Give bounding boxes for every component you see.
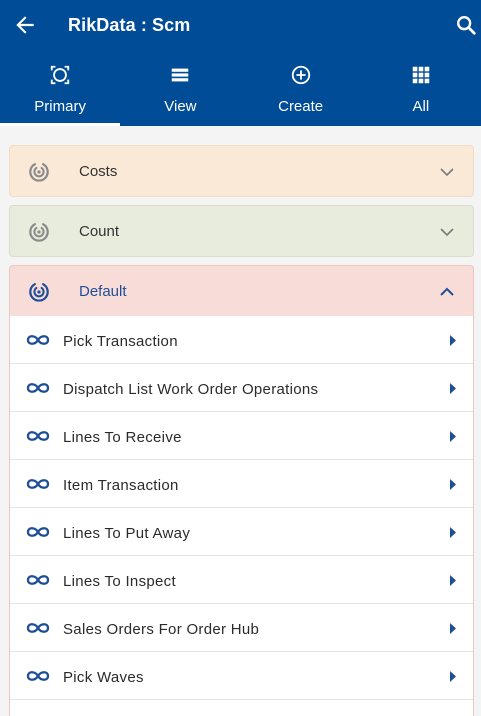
top-bar: RikData : Scm xyxy=(0,0,481,52)
list-item[interactable]: Sales Orders For Order Hub xyxy=(10,604,473,652)
target-icon xyxy=(29,283,49,302)
chevron-down-icon xyxy=(440,228,454,237)
tab-label: Create xyxy=(278,98,324,115)
tab-all[interactable]: All xyxy=(361,52,481,126)
list-item[interactable]: Pick Transaction xyxy=(10,316,473,364)
caret-right-icon xyxy=(450,527,456,538)
link-icon xyxy=(26,671,50,681)
item-label: Item Transaction xyxy=(63,477,179,494)
tab-primary[interactable]: Primary xyxy=(0,52,121,126)
item-label: Lines To Put Away xyxy=(63,525,191,542)
caret-right-icon xyxy=(450,671,456,682)
link-icon xyxy=(26,479,50,489)
item-label: Lines To Inspect xyxy=(63,573,176,590)
link-icon xyxy=(26,623,50,633)
caret-right-icon xyxy=(450,575,456,586)
search-icon[interactable] xyxy=(455,14,477,36)
tab-label: View xyxy=(164,98,197,115)
list-item[interactable]: Lines To Receive xyxy=(10,412,473,460)
list-item[interactable]: Item Transaction xyxy=(10,460,473,508)
section-label: Costs xyxy=(79,163,118,180)
caret-right-icon xyxy=(450,623,456,634)
tab-view[interactable]: View xyxy=(120,52,240,126)
item-label: Sales Orders For Order Hub xyxy=(63,621,260,638)
tab-label: Primary xyxy=(34,98,86,115)
link-icon xyxy=(26,335,50,345)
tab-bar: Primary View Create All xyxy=(0,52,481,126)
tab-create[interactable]: Create xyxy=(241,52,361,126)
grid-icon xyxy=(412,66,430,84)
caret-right-icon xyxy=(450,383,456,394)
default-item-list: Pick Transaction Dispatch List Work Orde… xyxy=(9,316,474,716)
target-icon xyxy=(50,65,70,85)
section-label: Default xyxy=(79,283,127,300)
chevron-up-icon xyxy=(440,287,454,296)
link-icon xyxy=(26,431,50,441)
app-title: RikData : Scm xyxy=(68,15,191,35)
item-label: Pick Transaction xyxy=(63,333,178,350)
target-icon xyxy=(29,223,49,242)
chevron-down-icon xyxy=(440,168,454,177)
section-default[interactable]: Default xyxy=(9,265,474,316)
item-label: Pick Waves xyxy=(63,669,144,686)
caret-right-icon xyxy=(450,431,456,442)
item-label: Lines To Receive xyxy=(63,429,182,446)
list-item[interactable]: Lines To Inspect xyxy=(10,556,473,604)
link-icon xyxy=(26,527,50,537)
list-icon xyxy=(172,68,189,82)
caret-right-icon xyxy=(450,335,456,346)
list-item[interactable]: Pick Waves xyxy=(10,652,473,700)
caret-right-icon xyxy=(450,479,456,490)
section-costs[interactable]: Costs xyxy=(9,145,474,197)
tab-label: All xyxy=(412,98,430,115)
list-item[interactable]: Dispatch List Work Order Operations xyxy=(10,364,473,412)
link-icon xyxy=(26,575,50,585)
section-label: Count xyxy=(79,223,120,240)
section-count[interactable]: Count xyxy=(9,205,474,257)
target-icon xyxy=(29,163,49,182)
app-header: RikData : Scm Primary View Create All xyxy=(0,0,481,126)
plus-circle-icon xyxy=(291,65,310,85)
item-label: Dispatch List Work Order Operations xyxy=(63,381,319,398)
link-icon xyxy=(26,383,50,393)
arrow-left-icon[interactable] xyxy=(12,12,38,38)
list-item[interactable]: Lines To Put Away xyxy=(10,508,473,556)
